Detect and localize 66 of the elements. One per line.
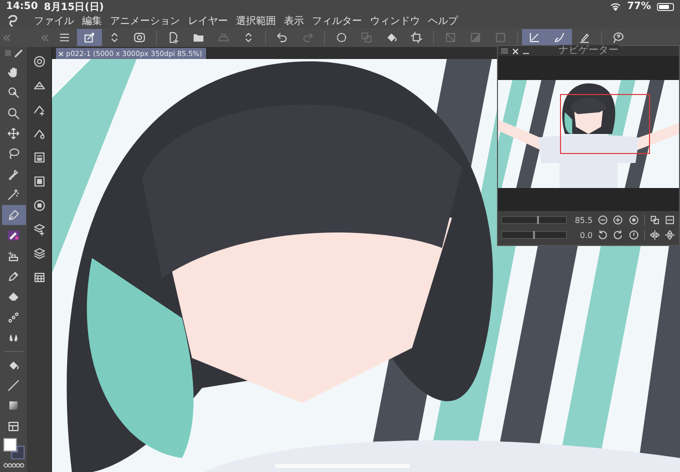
redo-icon	[301, 31, 314, 44]
lasso-question-icon	[612, 31, 625, 44]
pen-frame-icon	[83, 31, 96, 44]
brush-swatch-icon	[7, 229, 20, 242]
pencil-icon	[7, 270, 20, 283]
decoration-icon	[7, 310, 20, 324]
shaded-square-icon	[469, 31, 482, 44]
menu-item[interactable]: ファイル	[34, 14, 74, 28]
status-time: 14:50	[6, 1, 38, 12]
move-icon	[7, 127, 20, 140]
stack-plus-icon	[32, 222, 46, 236]
status-date: 8月15日(日)	[44, 0, 104, 14]
pen-corner-icon	[528, 31, 541, 44]
square-in-circle-icon	[32, 198, 46, 212]
stacked-squares-icon	[360, 31, 373, 44]
menu-item[interactable]: ヘルプ	[428, 14, 458, 28]
crossed-square-icon	[444, 31, 457, 44]
battery-percent: 77%	[627, 1, 651, 12]
search-icon	[7, 106, 20, 120]
magnifier-pointer-icon	[7, 86, 20, 100]
pen-underline-icon	[578, 31, 591, 44]
gradient-icon	[7, 399, 20, 412]
target-icon	[32, 54, 46, 68]
hand-icon	[7, 66, 20, 79]
color-set-icon[interactable]	[2, 463, 24, 468]
menu-item[interactable]: 表示	[284, 14, 304, 28]
undo-icon	[276, 31, 289, 44]
tray-icon	[217, 31, 230, 44]
menu-item[interactable]: 選択範囲	[236, 14, 276, 28]
toolbar-button[interactable]	[547, 29, 572, 46]
wifi-icon	[610, 2, 622, 11]
battery-icon	[657, 2, 674, 10]
menu-item[interactable]: フィルター	[312, 14, 362, 28]
panel-title: ナビゲーター	[558, 45, 618, 56]
dotted-circle-icon	[335, 31, 348, 44]
paint-bucket-icon	[7, 358, 20, 372]
layer-panel-icon	[32, 150, 46, 164]
eyedropper-icon	[7, 168, 20, 181]
stack-icon	[32, 246, 46, 260]
menu-item[interactable]: レイヤー	[188, 14, 228, 28]
toolbar-button[interactable]	[522, 29, 547, 46]
pencil-tab-icon[interactable]	[14, 48, 24, 58]
record-icon	[133, 31, 146, 44]
line-icon	[7, 378, 20, 392]
square-icon	[494, 31, 507, 44]
lasso-icon	[7, 147, 20, 160]
calendar-grid-icon	[32, 270, 46, 284]
paint-bucket-icon	[385, 31, 398, 44]
new-page-icon	[167, 31, 180, 44]
eraser-icon	[7, 290, 20, 304]
crop-icon	[410, 31, 423, 44]
film-icon	[32, 174, 46, 188]
frame-border-icon	[7, 420, 20, 433]
menu-item[interactable]: アニメーション	[110, 14, 180, 28]
app-logo[interactable]	[6, 14, 20, 27]
menu-item[interactable]: 編集	[82, 14, 102, 28]
menu-icon	[58, 31, 71, 44]
airbrush-icon	[7, 250, 20, 262]
close-icon[interactable]	[512, 48, 519, 54]
tool-button[interactable]	[2, 205, 26, 225]
brush-stroke-icon	[553, 31, 566, 44]
menu-item[interactable]: ウィンドウ	[370, 14, 420, 28]
main-color-swatch[interactable]	[2, 438, 16, 452]
menu-icon[interactable]	[501, 48, 508, 54]
magic-wand-icon	[7, 188, 20, 202]
pen-nib-icon	[7, 208, 20, 222]
